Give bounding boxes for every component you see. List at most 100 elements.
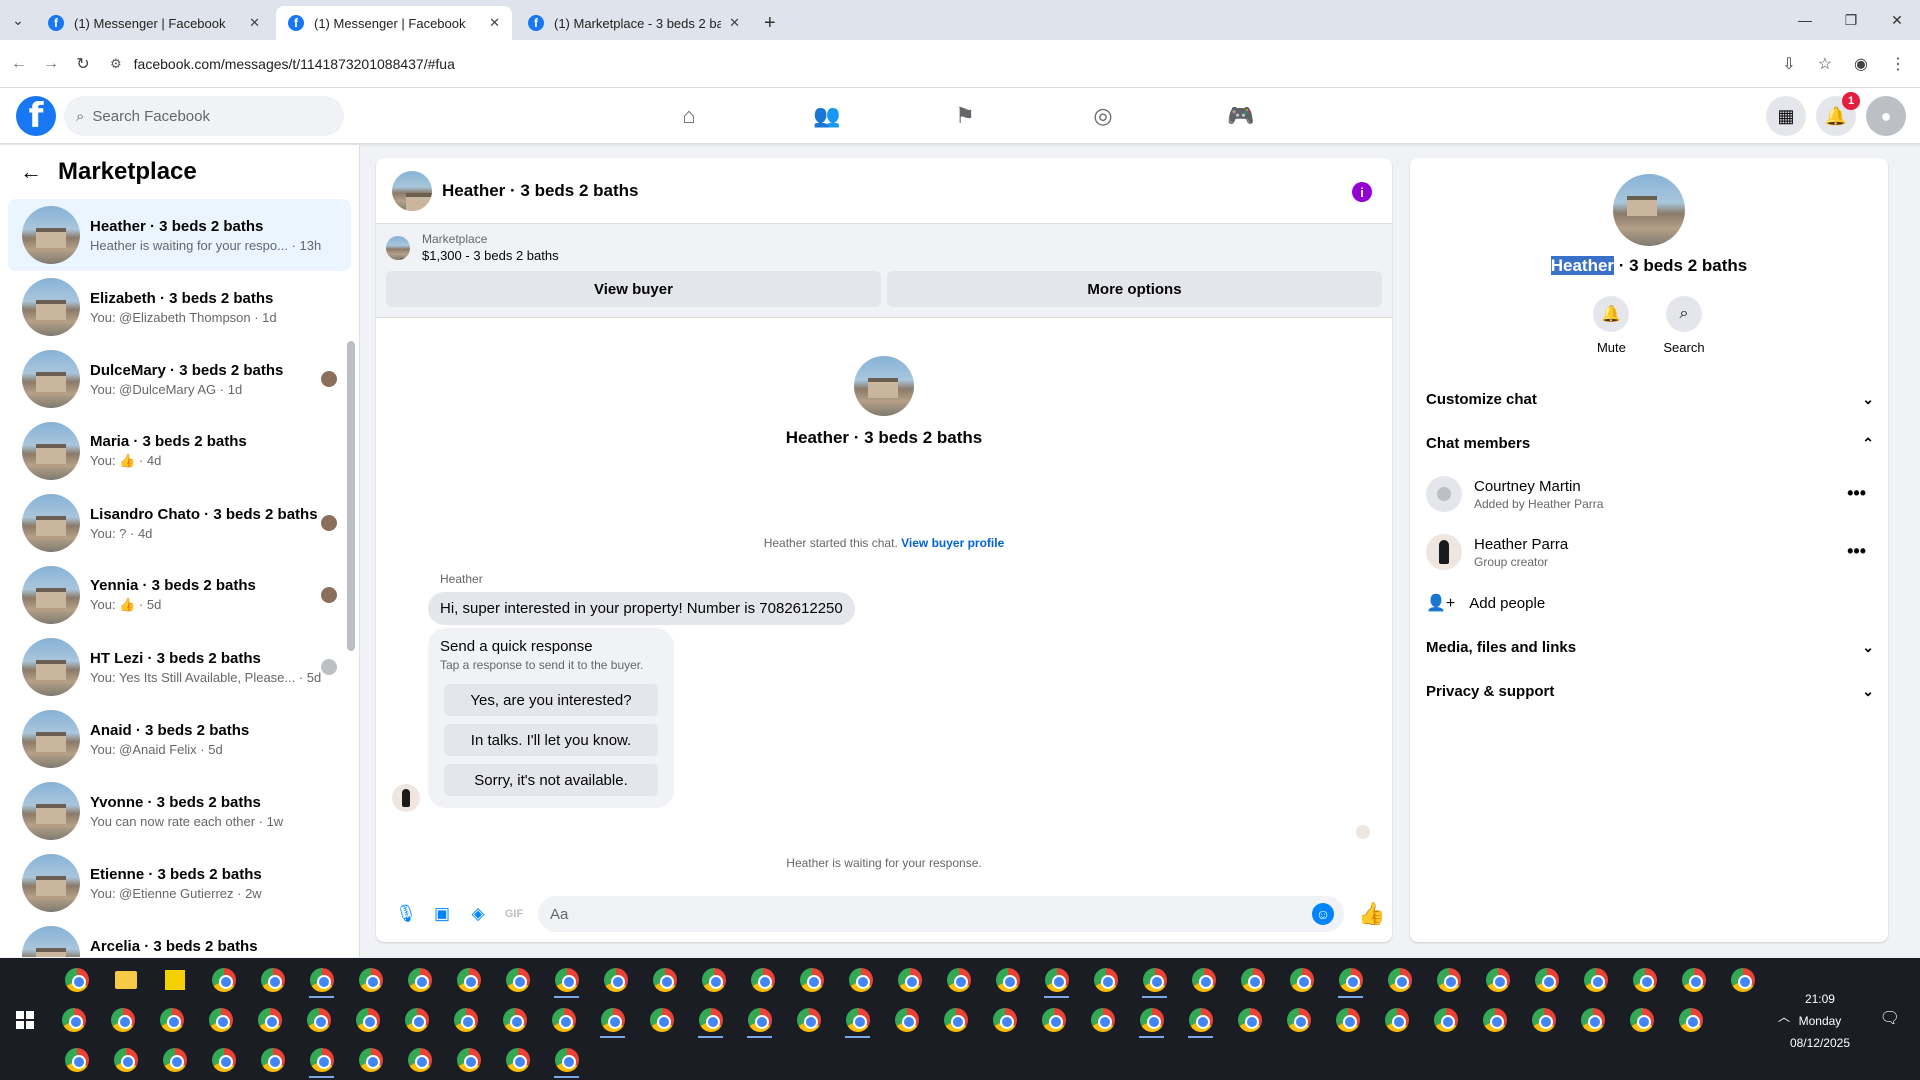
chrome-icon[interactable] (395, 960, 444, 1000)
conversation-item[interactable]: Heather · 3 beds 2 baths Heather is waiti… (8, 199, 351, 271)
chrome-icon[interactable] (1470, 1000, 1519, 1040)
search-in-chat-button[interactable]: ⌕ Search (1663, 296, 1705, 355)
conversation-item[interactable]: Etienne · 3 beds 2 baths You: @Etienne Gu… (8, 847, 351, 919)
chrome-icon[interactable] (1274, 1000, 1323, 1040)
forward-icon[interactable]: → (38, 55, 64, 73)
minimize-icon[interactable]: — (1782, 0, 1828, 40)
chrome-icon[interactable] (1522, 960, 1571, 1000)
chrome-icon[interactable] (346, 960, 395, 1000)
friends-icon[interactable]: 👥 (758, 88, 896, 144)
back-icon[interactable]: ← (6, 55, 32, 73)
quick-response-option[interactable]: Yes, are you interested? (444, 684, 658, 716)
profile-icon[interactable]: ◉ (1854, 54, 1868, 74)
chrome-icon[interactable] (297, 960, 346, 1000)
conversation-item[interactable]: Elizabeth · 3 beds 2 baths You: @Elizabet… (8, 271, 351, 343)
chrome-icon[interactable] (490, 1000, 539, 1040)
chrome-icon[interactable] (1519, 1000, 1568, 1040)
chrome-icon[interactable] (934, 960, 983, 1000)
view-buyer-button[interactable]: View buyer (386, 271, 881, 307)
app-icon[interactable] (52, 960, 101, 1000)
thumbs-up-icon[interactable]: 👍 (1352, 901, 1392, 927)
conversation-item[interactable]: HT Lezi · 3 beds 2 baths You: Yes Its Sti… (8, 631, 351, 703)
file-explorer-icon[interactable] (101, 960, 150, 1000)
conversation-item[interactable]: Anaid · 3 beds 2 baths You: @Anaid Felix … (8, 703, 351, 775)
chrome-icon[interactable] (248, 1040, 297, 1080)
sender-avatar[interactable] (392, 784, 420, 812)
chrome-icon[interactable] (1473, 960, 1522, 1000)
add-people-button[interactable]: 👤+ Add people (1410, 581, 1888, 625)
chrome-icon[interactable] (294, 1000, 343, 1040)
pages-flag-icon[interactable]: ⚑ (896, 88, 1034, 144)
chrome-icon[interactable] (493, 960, 542, 1000)
conversation-item[interactable]: Yennia · 3 beds 2 baths You: 👍 · 5d (8, 559, 351, 631)
chrome-icon[interactable] (738, 960, 787, 1000)
chrome-icon[interactable] (983, 960, 1032, 1000)
conversation-item[interactable]: Arcelia · 3 beds 2 bathsYou: @Arcelia Al… (8, 919, 351, 957)
chrome-icon[interactable] (1130, 960, 1179, 1000)
chrome-icon[interactable] (49, 1000, 98, 1040)
chrome-icon[interactable] (1029, 1000, 1078, 1040)
listing-thumbnail[interactable] (386, 235, 410, 260)
chrome-icon[interactable] (1225, 1000, 1274, 1040)
chrome-icon[interactable] (1323, 1000, 1372, 1040)
chrome-icon[interactable] (444, 1040, 493, 1080)
chat-info-avatar[interactable] (1613, 174, 1685, 246)
chrome-icon[interactable] (1372, 1000, 1421, 1040)
chrome-icon[interactable] (1718, 960, 1767, 1000)
scrollbar-thumb[interactable] (347, 341, 355, 651)
chrome-icon[interactable] (784, 1000, 833, 1040)
close-tab-icon[interactable]: ✕ (489, 15, 500, 31)
listing-title[interactable]: $1,300 - 3 beds 2 baths (422, 248, 559, 263)
chrome-icon[interactable] (441, 1000, 490, 1040)
chrome-icon[interactable] (343, 1000, 392, 1040)
chrome-icon[interactable] (640, 960, 689, 1000)
facebook-search-input[interactable]: ⌕ Search Facebook (64, 96, 344, 136)
message-bubble[interactable]: Hi, super interested in your property! N… (428, 592, 855, 625)
chrome-icon[interactable] (52, 1040, 101, 1080)
chat-member[interactable]: Courtney Martin Added by Heather Parra •… (1410, 465, 1888, 523)
chrome-icon[interactable] (833, 1000, 882, 1040)
chrome-icon[interactable] (199, 960, 248, 1000)
chrome-icon[interactable] (1617, 1000, 1666, 1040)
new-tab-icon[interactable]: + (764, 6, 776, 40)
chrome-icon[interactable] (346, 1040, 395, 1080)
install-app-icon[interactable]: ⇩ (1782, 54, 1795, 74)
notifications-bell-icon[interactable]: 🔔 1 (1816, 92, 1860, 136)
gif-icon[interactable]: GIF (496, 908, 532, 920)
chrome-icon[interactable] (735, 1000, 784, 1040)
chrome-icon[interactable] (1081, 960, 1130, 1000)
chrome-icon[interactable] (1669, 960, 1718, 1000)
chrome-icon[interactable] (787, 960, 836, 1000)
chrome-icon[interactable] (836, 960, 885, 1000)
more-options-icon[interactable]: ••• (1847, 483, 1866, 504)
customize-chat-section[interactable]: Customize chat ⌄ (1410, 377, 1888, 421)
view-buyer-profile-link[interactable]: View buyer profile (901, 536, 1004, 550)
chrome-icon[interactable] (1032, 960, 1081, 1000)
windows-start-icon[interactable] (0, 1000, 49, 1040)
chrome-icon[interactable] (1176, 1000, 1225, 1040)
chrome-icon[interactable] (882, 1000, 931, 1040)
system-clock[interactable]: 21:09 Monday 08/12/2025 (1790, 988, 1850, 1054)
privacy-support-section[interactable]: Privacy & support ⌄ (1410, 669, 1888, 713)
bookmark-star-icon[interactable]: ☆ (1818, 54, 1832, 74)
chrome-icon[interactable] (1078, 1000, 1127, 1040)
conversation-item[interactable]: Lisandro Chato · 3 beds 2 baths You: ? · … (8, 487, 351, 559)
restore-icon[interactable]: ❐ (1828, 0, 1874, 40)
site-info-icon[interactable]: ⚙ (110, 56, 122, 72)
info-icon[interactable]: i (1352, 182, 1372, 202)
chat-title[interactable]: Heather · 3 beds 2 baths (442, 181, 639, 201)
chrome-icon[interactable] (1228, 960, 1277, 1000)
chat-avatar[interactable] (392, 170, 432, 211)
media-files-section[interactable]: Media, files and links ⌄ (1410, 625, 1888, 669)
sticker-icon[interactable]: ◈ (460, 904, 496, 924)
conversation-item[interactable]: Yvonne · 3 beds 2 baths You can now rate … (8, 775, 351, 847)
facebook-logo-icon[interactable]: f (16, 96, 56, 136)
chrome-icon[interactable] (101, 1040, 150, 1080)
browser-tab-1[interactable]: f (1) Messenger | Facebook ✕ (36, 6, 272, 40)
chrome-icon[interactable] (1620, 960, 1669, 1000)
conversation-item[interactable]: DulceMary · 3 beds 2 baths You: @DulceMar… (8, 343, 351, 415)
chrome-icon[interactable] (1421, 1000, 1470, 1040)
browser-menu-icon[interactable]: ⋮ (1890, 54, 1906, 74)
chrome-icon[interactable] (248, 960, 297, 1000)
more-options-icon[interactable]: ••• (1847, 541, 1866, 562)
